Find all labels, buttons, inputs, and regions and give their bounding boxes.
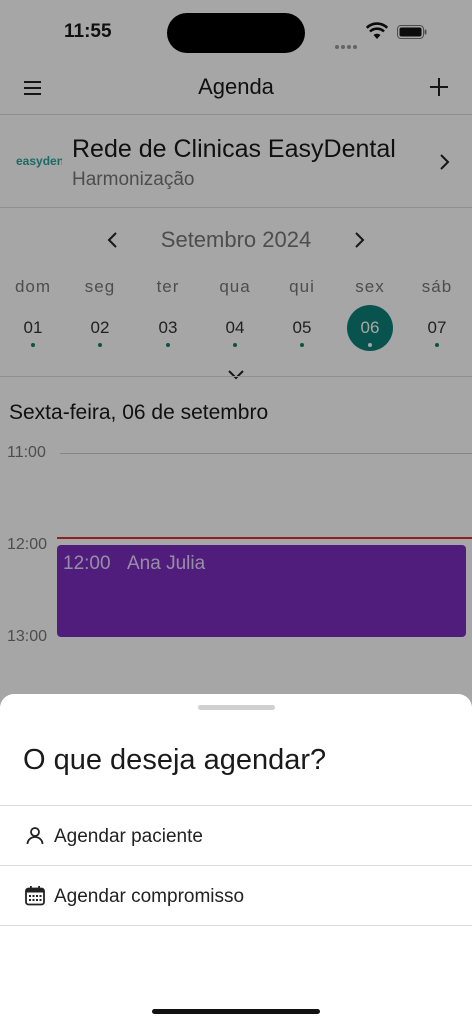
option-label: Agendar compromisso — [54, 886, 245, 907]
schedule-patient-option[interactable]: Agendar paciente — [0, 805, 472, 866]
schedule-appointment-option[interactable]: Agendar compromisso — [0, 865, 472, 926]
divider — [0, 925, 472, 926]
calendar-icon — [25, 886, 45, 906]
bottom-sheet: O que deseja agendar? Agendar paciente A… — [0, 694, 472, 1024]
person-icon — [26, 827, 44, 845]
sheet-grabber[interactable] — [198, 705, 275, 710]
home-indicator[interactable] — [152, 1009, 320, 1014]
option-label: Agendar paciente — [54, 826, 203, 847]
sheet-title: O que deseja agendar? — [23, 744, 327, 776]
